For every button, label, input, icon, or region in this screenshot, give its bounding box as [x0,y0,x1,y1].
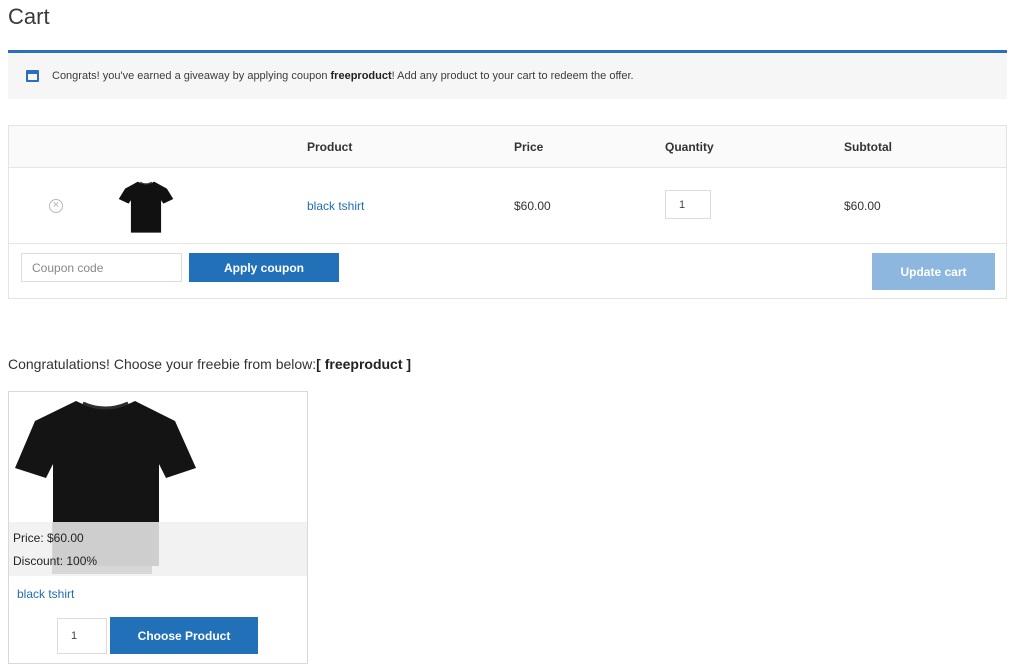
header-quantity: Quantity [665,140,714,154]
cart-actions: Apply coupon Update cart [9,244,1006,298]
window-icon [26,70,39,82]
quantity-input[interactable] [665,190,711,219]
update-cart-button[interactable]: Update cart [872,253,995,290]
freebie-price: Price: $60.00 [13,531,84,545]
remove-item-button[interactable]: × [49,199,63,213]
page-title: Cart [8,4,50,29]
header-product: Product [307,140,353,154]
freebie-coupon-code: [ freeproduct ] [316,356,412,372]
freebie-discount: Discount: 100% [13,554,98,568]
product-price: $60.00 [514,199,551,213]
choose-product-button[interactable]: Choose Product [110,617,258,654]
cart-table: Product Price Quantity Subtotal × black … [8,125,1007,299]
freebie-heading-text: Congratulations! Choose your freebie fro… [8,356,317,372]
product-subtotal: $60.00 [844,199,881,213]
freebie-heading: Congratulations! Choose your freebie fro… [8,356,411,372]
notice-text: Congrats! you've earned a giveaway by ap… [52,70,634,82]
freebie-product-card: Price: $60.00 Discount: 100% black tshir… [8,391,308,664]
notice-coupon-code: freeproduct [330,70,392,82]
freebie-product-link[interactable]: black tshirt [17,587,74,601]
product-link[interactable]: black tshirt [307,199,364,213]
notice-text-before: Congrats! you've earned a giveaway by ap… [52,70,331,82]
apply-coupon-button[interactable]: Apply coupon [189,253,339,282]
table-row: × black tshirt $60.00 $60.00 [9,168,1006,244]
coupon-notice: Congrats! you've earned a giveaway by ap… [8,50,1007,99]
coupon-code-input[interactable] [21,253,182,282]
header-price: Price [514,140,544,154]
page: Cart Congrats! you've earned a giveaway … [0,0,1024,672]
header-subtotal: Subtotal [844,140,892,154]
freebie-quantity-input[interactable] [57,618,107,654]
notice-text-after: ! Add any product to your cart to redeem… [391,70,634,82]
cart-table-header: Product Price Quantity Subtotal [9,126,1006,168]
tshirt-thumbnail[interactable] [117,177,175,235]
